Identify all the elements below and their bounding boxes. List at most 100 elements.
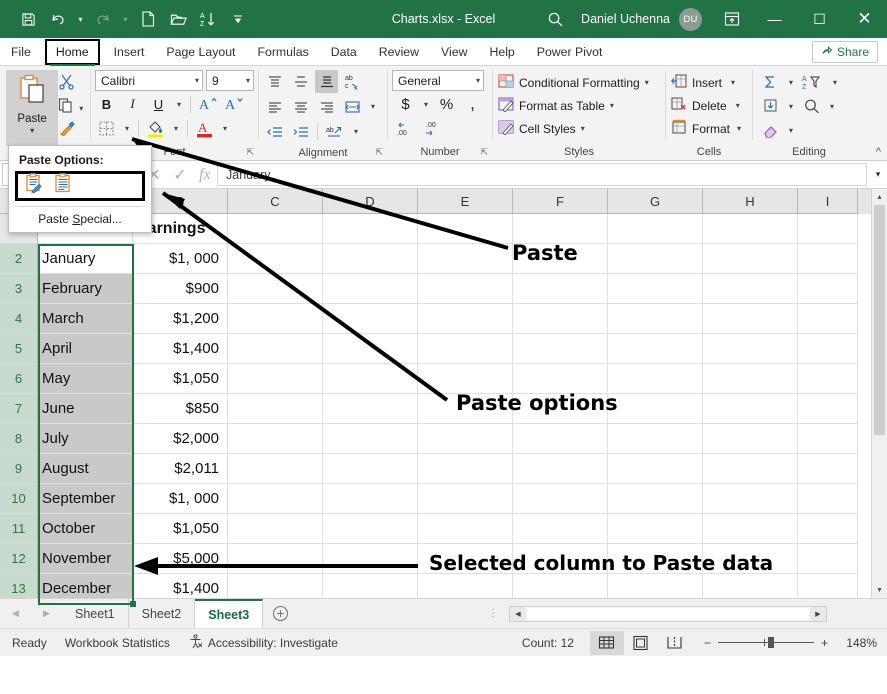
copy-dropdown-caret-icon[interactable]: ▾ <box>75 97 87 119</box>
cell-g10[interactable] <box>608 484 703 514</box>
cell-b11[interactable]: $1,050 <box>133 514 228 544</box>
cell-d7[interactable] <box>323 394 418 424</box>
cell-d6[interactable] <box>323 364 418 394</box>
bold-button[interactable]: B <box>95 93 118 115</box>
clear-caret-icon[interactable]: ▾ <box>785 119 797 141</box>
column-header-d[interactable]: D <box>323 189 418 214</box>
tab-view[interactable]: View <box>430 38 478 65</box>
column-header-e[interactable]: E <box>418 189 513 214</box>
cell-h4[interactable] <box>703 304 798 334</box>
account-info[interactable]: Daniel Uchenna DU <box>575 8 712 31</box>
cell-e3[interactable] <box>418 274 513 304</box>
sort-filter-caret-icon[interactable]: ▾ <box>829 71 841 93</box>
cell-c13[interactable] <box>228 574 323 598</box>
cell-a12[interactable]: November <box>38 544 133 574</box>
cell-h8[interactable] <box>703 424 798 454</box>
workbook-statistics-button[interactable]: Workbook Statistics <box>65 636 170 650</box>
increase-indent-icon[interactable] <box>289 120 312 143</box>
cell-i3[interactable] <box>798 274 858 304</box>
cell-a7[interactable]: June <box>38 394 133 424</box>
find-and-select-icon[interactable] <box>800 95 823 117</box>
cell-e2[interactable] <box>418 244 513 274</box>
number-dialog-launcher-icon[interactable]: ⇱ <box>480 147 488 158</box>
ribbon-display-options-icon[interactable] <box>712 11 752 27</box>
fill-color-icon[interactable] <box>144 117 167 139</box>
cell-c9[interactable] <box>228 454 323 484</box>
cell-b4[interactable]: $1,200 <box>133 304 228 334</box>
find-caret-icon[interactable]: ▾ <box>826 95 838 117</box>
paste-values-icon[interactable] <box>52 173 74 200</box>
align-left-icon[interactable] <box>263 95 286 118</box>
borders-dropdown-caret-icon[interactable]: ▾ <box>121 117 133 139</box>
row-header-2[interactable]: 2 <box>0 244 38 274</box>
cell-c5[interactable] <box>228 334 323 364</box>
cell-d5[interactable] <box>323 334 418 364</box>
row-header-5[interactable]: 5 <box>0 334 38 364</box>
paste-button[interactable]: Paste ▾ <box>6 70 58 146</box>
paste-special-menu-item[interactable]: Paste Special... <box>9 207 151 230</box>
sort-and-filter-icon[interactable]: AZ <box>800 71 826 93</box>
cell-d13[interactable] <box>323 574 418 598</box>
zoom-out-button[interactable]: − <box>704 636 711 650</box>
cell-i10[interactable] <box>798 484 858 514</box>
cell-i13[interactable] <box>798 574 858 598</box>
sheet-tab-sheet3[interactable]: Sheet3 <box>195 599 263 628</box>
format-painter-button[interactable] <box>58 120 90 144</box>
cell-g1[interactable] <box>608 214 703 244</box>
cell-c2[interactable] <box>228 244 323 274</box>
split-grip-icon[interactable]: ⋮ <box>482 608 505 619</box>
open-folder-icon[interactable] <box>164 6 192 32</box>
cell-h5[interactable] <box>703 334 798 364</box>
page-layout-view-icon[interactable] <box>624 631 658 655</box>
row-header-9[interactable]: 9 <box>0 454 38 484</box>
paste-formatting-icon[interactable] <box>23 173 45 200</box>
cell-d11[interactable] <box>323 514 418 544</box>
alignment-dialog-launcher-icon[interactable]: ⇱ <box>375 147 383 158</box>
accounting-dropdown-caret-icon[interactable]: ▾ <box>420 93 432 115</box>
cell-c1[interactable] <box>228 214 323 244</box>
format-caret-icon[interactable]: ▾ <box>735 124 741 133</box>
fill-handle[interactable] <box>130 601 136 607</box>
row-header-12[interactable]: 12 <box>0 544 38 574</box>
cell-e6[interactable] <box>418 364 513 394</box>
row-header-10[interactable]: 10 <box>0 484 38 514</box>
cell-c7[interactable] <box>228 394 323 424</box>
cell-a6[interactable]: May <box>38 364 133 394</box>
orientation-icon[interactable]: abc <box>341 70 367 93</box>
column-header-h[interactable]: H <box>703 189 798 214</box>
cell-i11[interactable] <box>798 514 858 544</box>
insert-cells-button[interactable]: Insert ▾ <box>666 71 735 94</box>
previous-sheet-icon[interactable]: ◀ <box>12 608 19 619</box>
zoom-in-button[interactable]: + <box>821 636 828 650</box>
cell-f8[interactable] <box>513 424 608 454</box>
cell-b5[interactable]: $1,400 <box>133 334 228 364</box>
delete-cells-button[interactable]: Delete ▾ <box>666 94 740 117</box>
autosum-sigma-icon[interactable] <box>759 71 782 93</box>
cell-i2[interactable] <box>798 244 858 274</box>
accessibility-button[interactable]: Accessibility: Investigate <box>188 634 338 652</box>
cell-i7[interactable] <box>798 394 858 424</box>
cell-d12[interactable] <box>323 544 418 574</box>
cell-d3[interactable] <box>323 274 418 304</box>
cell-i12[interactable] <box>798 544 858 574</box>
cell-h6[interactable] <box>703 364 798 394</box>
merge-and-center-icon[interactable]: ab <box>323 120 347 143</box>
increase-decimal-icon[interactable]: .00 <box>394 117 420 139</box>
cell-d9[interactable] <box>323 454 418 484</box>
comma-format-button[interactable]: , <box>461 93 484 115</box>
cell-h3[interactable] <box>703 274 798 304</box>
column-header-f[interactable]: F <box>513 189 608 214</box>
cell-f1[interactable] <box>513 214 608 244</box>
clear-eraser-icon[interactable] <box>759 119 782 141</box>
row-header-6[interactable]: 6 <box>0 364 38 394</box>
cell-b8[interactable]: $2,000 <box>133 424 228 454</box>
italic-button[interactable]: I <box>121 93 144 115</box>
collapse-ribbon-icon[interactable]: ^ <box>876 146 881 158</box>
decrease-indent-icon[interactable] <box>263 120 286 143</box>
paste-dropdown-caret-icon[interactable]: ▾ <box>30 126 34 135</box>
cell-a2[interactable]: January <box>38 244 133 274</box>
cell-f13[interactable] <box>513 574 608 598</box>
cell-g2[interactable] <box>608 244 703 274</box>
scroll-up-icon[interactable]: ▲ <box>872 189 887 205</box>
cell-h9[interactable] <box>703 454 798 484</box>
